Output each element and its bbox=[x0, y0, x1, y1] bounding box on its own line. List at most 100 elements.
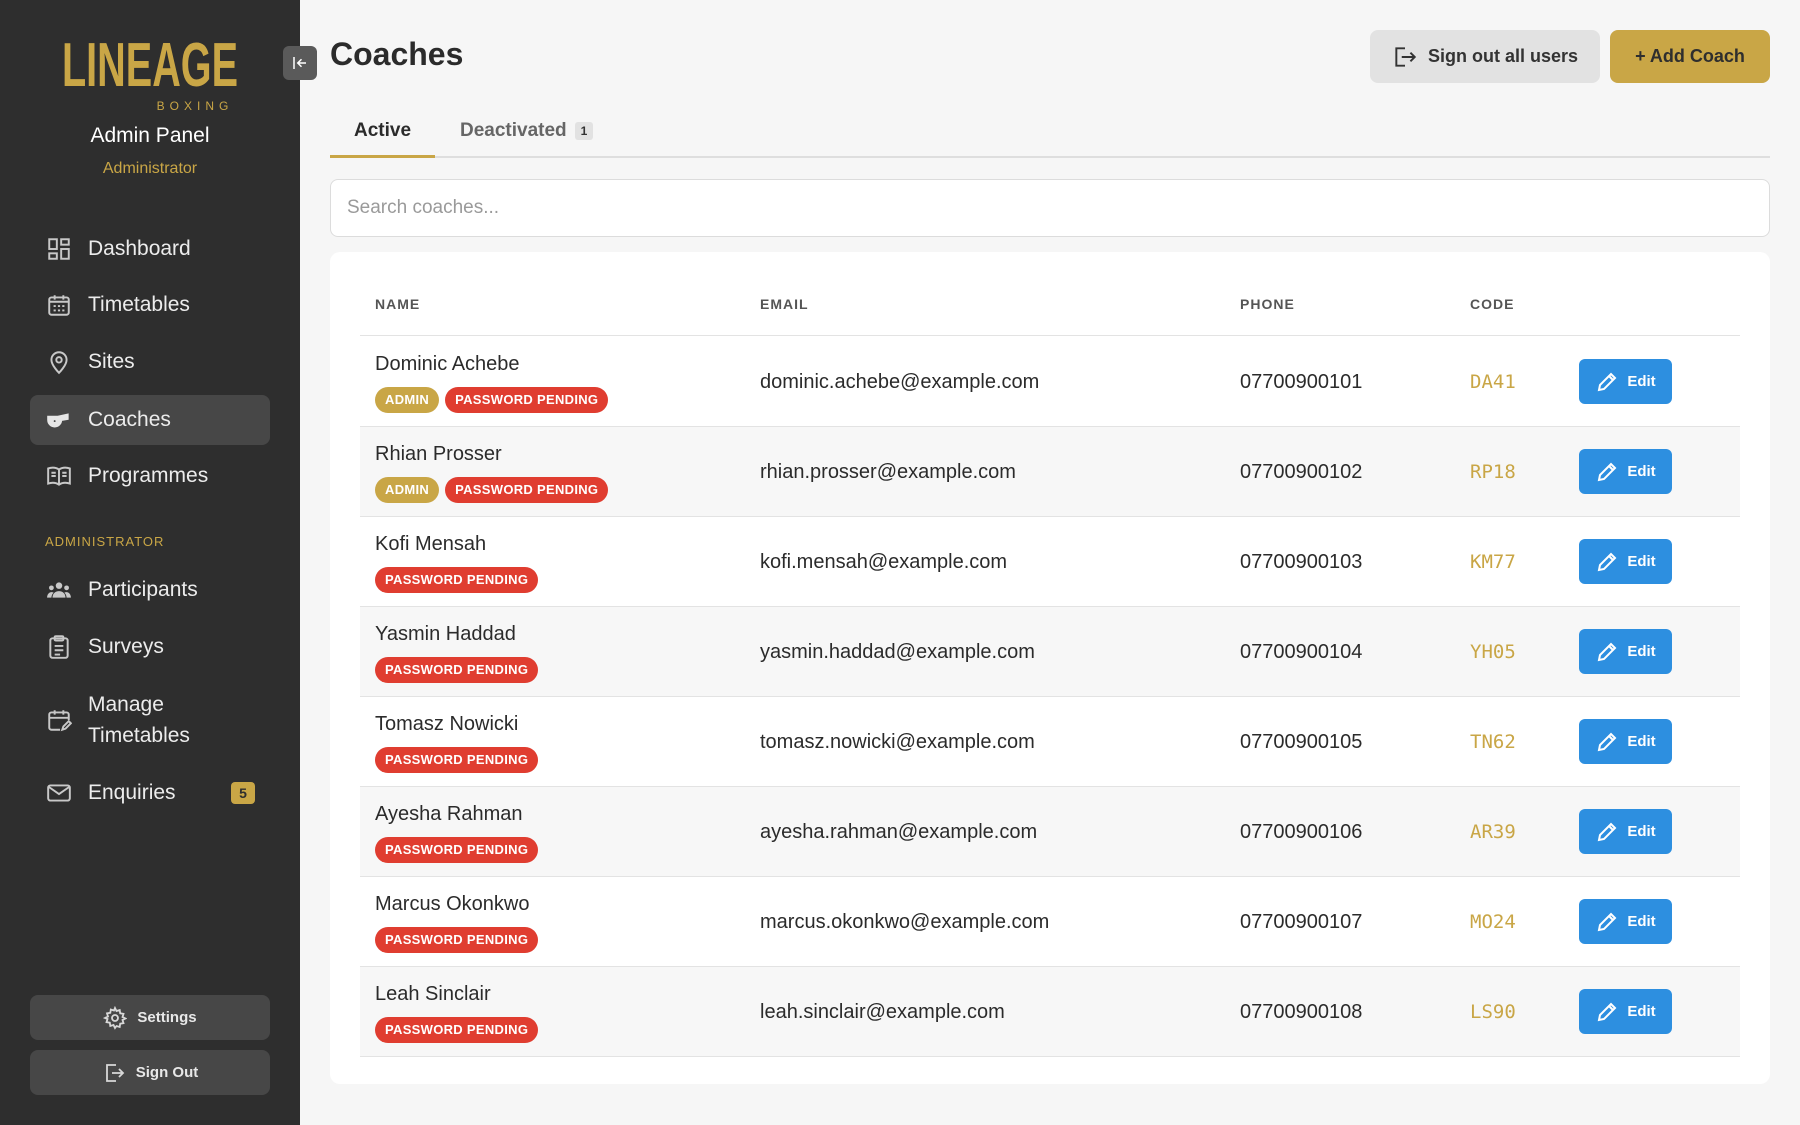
pencil-icon bbox=[1598, 552, 1617, 571]
status-badges: PASSWORD PENDING bbox=[375, 657, 539, 683]
coach-name: Dominic Achebe bbox=[375, 353, 520, 375]
edit-coach-button[interactable]: Edit bbox=[1579, 629, 1672, 674]
calendar-icon bbox=[45, 291, 73, 319]
tab-active[interactable]: Active bbox=[330, 120, 435, 158]
sign-out-button[interactable]: Sign Out bbox=[30, 1050, 270, 1095]
password-pending-badge: PASSWORD PENDING bbox=[375, 567, 539, 593]
table-row: Yasmin Haddad PASSWORD PENDING yasmin.hadd… bbox=[360, 607, 1740, 697]
gear-icon bbox=[103, 1005, 128, 1030]
pencil-icon bbox=[1598, 462, 1617, 481]
coach-email: tomasz.nowicki@example.com bbox=[760, 730, 1035, 753]
password-pending-badge: PASSWORD PENDING bbox=[375, 747, 539, 773]
nav-label: Manage Timetables bbox=[88, 692, 190, 748]
coach-name: Ayesha Rahman bbox=[375, 803, 523, 825]
edit-label: Edit bbox=[1627, 463, 1656, 480]
coach-name: Rhian Prosser bbox=[375, 443, 502, 465]
pencil-icon bbox=[1598, 372, 1617, 391]
nav-label: Timetables bbox=[88, 293, 190, 317]
edit-label: Edit bbox=[1627, 733, 1656, 750]
nav-item-surveys[interactable]: Surveys bbox=[30, 622, 270, 672]
book-icon bbox=[45, 462, 73, 490]
coaches-table-card: NAME EMAIL PHONE CODE Dominic Achebe ADMI… bbox=[330, 252, 1770, 1084]
nav-label: Dashboard bbox=[88, 237, 191, 261]
collapse-left-icon bbox=[293, 57, 306, 69]
table-row: Tomasz Nowicki PASSWORD PENDING tomasz.now… bbox=[360, 697, 1740, 787]
edit-coach-button[interactable]: Edit bbox=[1579, 989, 1672, 1034]
sign-out-icon bbox=[1395, 46, 1417, 67]
coach-email: kofi.mensah@example.com bbox=[760, 550, 1008, 573]
enquiries-count-badge: 5 bbox=[231, 782, 255, 804]
sign-out-icon bbox=[105, 1063, 125, 1082]
collapse-sidebar-button[interactable] bbox=[283, 46, 317, 80]
nav-item-programmes[interactable]: Programmes bbox=[30, 451, 270, 501]
edit-label: Edit bbox=[1627, 1003, 1656, 1020]
nav-item-dashboard[interactable]: Dashboard bbox=[30, 224, 270, 274]
nav-item-coaches[interactable]: Coaches bbox=[30, 395, 270, 445]
edit-coach-button[interactable]: Edit bbox=[1579, 809, 1672, 854]
sign-out-all-users-button[interactable]: Sign out all users bbox=[1370, 30, 1600, 83]
page-title: Coaches bbox=[330, 36, 464, 72]
password-pending-badge: PASSWORD PENDING bbox=[375, 657, 539, 683]
nav-label: Programmes bbox=[88, 464, 209, 488]
edit-label: Edit bbox=[1627, 823, 1656, 840]
status-badges: PASSWORD PENDING bbox=[375, 927, 539, 953]
svg-text:BOXING: BOXING bbox=[157, 99, 234, 113]
coach-email: yasmin.haddad@example.com bbox=[760, 640, 1035, 663]
edit-coach-button[interactable]: Edit bbox=[1579, 899, 1672, 944]
edit-coach-button[interactable]: Edit bbox=[1579, 359, 1672, 404]
nav-item-participants[interactable]: Participants bbox=[30, 565, 270, 615]
coach-phone: 07700900106 bbox=[1240, 820, 1363, 843]
nav-item-enquiries[interactable]: Enquiries 5 bbox=[30, 768, 270, 818]
whistle-icon bbox=[45, 406, 73, 434]
nav-item-sites[interactable]: Sites bbox=[30, 337, 270, 387]
edit-label: Edit bbox=[1627, 643, 1656, 660]
add-coach-button[interactable]: + Add Coach bbox=[1610, 30, 1770, 83]
map-pin-icon bbox=[45, 348, 73, 376]
coach-email: dominic.achebe@example.com bbox=[760, 370, 1040, 393]
pencil-icon bbox=[1598, 822, 1617, 841]
coach-phone: 07700900104 bbox=[1240, 640, 1363, 663]
calendar-edit-icon bbox=[45, 706, 73, 734]
deactivated-count-badge: 1 bbox=[574, 122, 594, 140]
column-header-code: CODE bbox=[1470, 296, 1515, 312]
coach-name: Yasmin Haddad bbox=[375, 623, 516, 645]
edit-coach-button[interactable]: Edit bbox=[1579, 449, 1672, 494]
tab-deactivated[interactable]: Deactivated 1 bbox=[460, 120, 594, 158]
edit-label: Edit bbox=[1627, 553, 1656, 570]
coach-email: ayesha.rahman@example.com bbox=[760, 820, 1038, 843]
sign-out-all-label: Sign out all users bbox=[1427, 46, 1579, 66]
section-label-administrator: ADMINISTRATOR bbox=[45, 534, 165, 549]
mail-icon bbox=[45, 779, 73, 807]
status-badges: ADMIN PASSWORD PENDING bbox=[375, 477, 609, 503]
edit-coach-button[interactable]: Edit bbox=[1579, 719, 1672, 764]
nav-item-manage-timetables[interactable]: Manage Timetables bbox=[30, 685, 270, 755]
pencil-icon bbox=[1598, 642, 1617, 661]
status-badges: PASSWORD PENDING bbox=[375, 1017, 539, 1043]
nav-item-timetables[interactable]: Timetables bbox=[30, 280, 270, 330]
settings-button[interactable]: Settings bbox=[30, 995, 270, 1040]
table-row: Marcus Okonkwo PASSWORD PENDING marcus.oko… bbox=[360, 877, 1740, 967]
pencil-icon bbox=[1598, 1002, 1617, 1021]
pencil-icon bbox=[1598, 912, 1617, 931]
password-pending-badge: PASSWORD PENDING bbox=[375, 1017, 539, 1043]
table-row: Ayesha Rahman PASSWORD PENDING ayesha.rahm… bbox=[360, 787, 1740, 877]
table-row: Leah Sinclair PASSWORD PENDING leah.sincla… bbox=[360, 967, 1740, 1057]
sidebar: LINEAGE BOXING Admin Panel Administrator… bbox=[0, 0, 300, 1125]
nav-label: Participants bbox=[88, 578, 198, 602]
table-row: Kofi Mensah PASSWORD PENDING kofi.mensah@e… bbox=[360, 517, 1740, 607]
panel-title: Admin Panel bbox=[90, 124, 210, 147]
nav-label: Sites bbox=[88, 350, 135, 374]
coach-code: LS90 bbox=[1470, 1001, 1516, 1023]
user-role: Administrator bbox=[102, 160, 198, 177]
svg-text:LINEAGE: LINEAGE bbox=[62, 31, 238, 100]
search-coaches-input[interactable] bbox=[330, 179, 1770, 237]
table-row: Dominic Achebe ADMIN PASSWORD PENDING domin… bbox=[360, 337, 1740, 427]
status-tabs: Active Deactivated 1 bbox=[330, 110, 1770, 158]
edit-coach-button[interactable]: Edit bbox=[1579, 539, 1672, 584]
settings-label: Settings bbox=[137, 1009, 197, 1026]
edit-label: Edit bbox=[1627, 913, 1656, 930]
password-pending-badge: PASSWORD PENDING bbox=[445, 477, 609, 503]
password-pending-badge: PASSWORD PENDING bbox=[445, 387, 609, 413]
coach-phone: 07700900102 bbox=[1240, 460, 1363, 483]
coach-code: KM77 bbox=[1470, 551, 1516, 573]
